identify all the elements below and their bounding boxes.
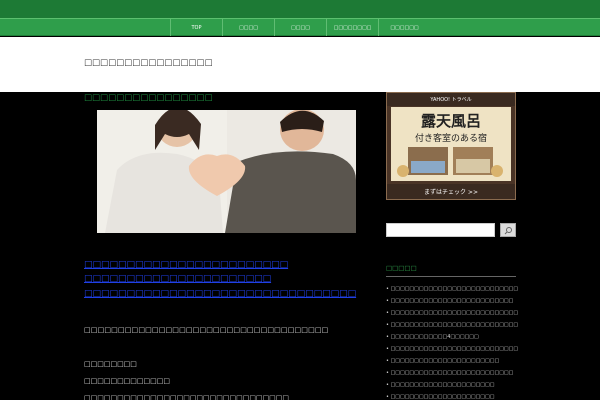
nav-bar: TOP □□□□ □□□□ □□□□□□□□ □□□□□□ [0,18,600,36]
list-item: □□□□□□□□□□□□□ [84,377,170,385]
article-title: □□□□□□□□□□□□□□□□ [84,93,213,103]
sidebar-item[interactable]: • □□□□□□□□□□□□□□□□□□□□□□ [386,391,518,400]
sidebar-item[interactable]: • □□□□□□□□□□□□4□□□□□□ [386,331,518,343]
travel-ad-banner[interactable]: YAHOO! トラベル 露天風呂 付き客室のある宿 まずはチェック >> [386,92,516,200]
sidebar-item[interactable]: • □□□□□□□□□□□□□□□□□□□□□□□□□□□□□□ [386,307,518,319]
article-links: □□□□□□□□□□□□□□□□□□□□□□□□ □□□□□□□□□□□□□□□… [84,258,356,301]
sidebar-item[interactable]: • □□□□□□□□□□□□□□□□□□□□□□□□□□ [386,367,518,379]
nav-item-4[interactable]: □□□□□□□□ [326,19,378,36]
main-nav: TOP □□□□ □□□□ □□□□□□□□ □□□□□□ [170,19,430,36]
nav-item-5[interactable]: □□□□□□ [378,19,430,36]
list-item: □□□□□□□□ [84,360,137,368]
article-link-3[interactable]: □□□□□□□□□□□□□□□□□□□□□□□□□□□□□□□□ [84,287,356,301]
ad-main-panel: 露天風呂 付き客室のある宿 [391,107,511,181]
couple-heart-hands-image [97,110,356,233]
sidebar-item[interactable]: • □□□□□□□□□□□□□□□□□□□□□□□□□□□□□□□□□□□□□□ [386,343,518,355]
hero-image [97,110,356,233]
sidebar-item[interactable]: • □□□□□□□□□□□□□□□□□□□□□□□□□□□□□□□□ [386,319,518,331]
sidebar-item[interactable]: • □□□□□□□□□□□□□□□□□□□□□□□□□□ [386,295,518,307]
search-icon [504,226,512,234]
ad-headline: 露天風呂 [420,112,481,130]
search-button[interactable] [500,223,516,237]
nav-item-2[interactable]: □□□□ [222,19,274,36]
site-title[interactable]: □□□□□□□□□□□□□□□□ [84,58,213,68]
sidebar-list: • □□□□□□□□□□□□□□□□□□□□□□□□□□□□□□□ • □□□□… [386,283,518,400]
top-bar [0,0,600,18]
sidebar-item[interactable]: • □□□□□□□□□□□□□□□□□□□□□□□ [386,355,518,367]
sidebar-item[interactable]: • □□□□□□□□□□□□□□□□□□□□□□ [386,379,518,391]
article-link-1[interactable]: □□□□□□□□□□□□□□□□□□□□□□□□ [84,258,356,272]
list-item: □□□□□□□□□□□□□□□□□□□□□□□□□□□□□□□ [84,394,290,400]
sidebar-title: □□□□□ [386,264,417,272]
ad-brand: YAHOO! トラベル [387,93,515,106]
nav-item-top[interactable]: TOP [170,19,222,36]
sidebar-item[interactable]: • □□□□□□□□□□□□□□□□□□□□□□□□□□□□□□□ [386,283,518,295]
sidebar-divider [386,276,516,277]
nav-item-3[interactable]: □□□□ [274,19,326,36]
article-body-text: □□□□□□□□□□□□□□□□□□□□□□□□□□□□□□□□□□□□ [84,325,329,334]
ad-onsen-image [397,147,503,177]
article-list: □□□□□□□□ □□□□□□□□□□□□□ □□□□□□□□□□□□□□□□□… [84,356,289,400]
ad-check-button[interactable]: まずはチェック >> [387,184,515,199]
search-input[interactable] [386,223,495,237]
article-link-2[interactable]: □□□□□□□□□□□□□□□□□□□□□□ [84,272,356,286]
